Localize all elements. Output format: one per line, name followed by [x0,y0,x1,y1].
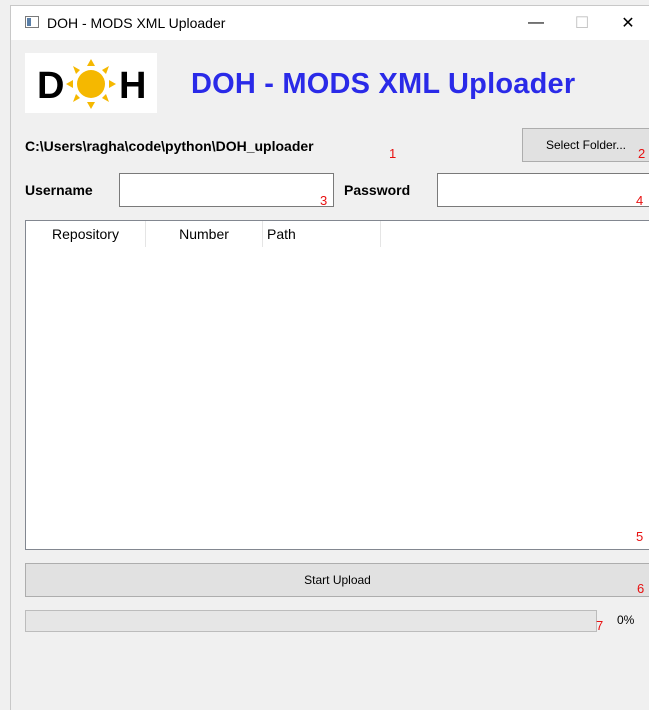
maximize-button[interactable]: ☐ [559,6,605,40]
annotation-2: 2 [638,146,646,161]
username-label: Username [25,182,93,198]
annotation-1: 1 [389,146,397,161]
username-input[interactable] [119,173,334,207]
app-title: DOH - MODS XML Uploader [191,68,576,100]
annotation-7: 7 [596,618,604,633]
close-button[interactable]: ✕ [605,6,649,40]
annotation-4: 4 [636,193,644,208]
annotation-6: 6 [637,581,645,596]
progress-percent: 0% [617,613,635,627]
folder-path: C:\Users\ragha\code\python\DOH_uploader [25,138,314,154]
title-bar[interactable]: DOH - MODS XML Uploader — ☐ ✕ [11,6,649,40]
password-label: Password [344,182,411,198]
logo-letter-d: D [37,65,64,107]
main-window: DOH - MODS XML Uploader — ☐ ✕ D H DOH - … [10,5,649,710]
select-folder-button[interactable]: Select Folder... [522,128,649,162]
column-header-repository[interactable]: Repository [26,221,146,247]
password-input[interactable] [437,173,649,207]
window-title: DOH - MODS XML Uploader [47,15,226,31]
app-icon [25,16,39,28]
upload-progress-bar [25,610,597,632]
logo-letter-h: H [119,65,146,107]
column-header-number[interactable]: Number [146,221,263,247]
column-header-path[interactable]: Path [263,221,381,247]
annotation-3: 3 [320,193,328,208]
minimize-button[interactable]: — [513,6,559,40]
sun-icon [66,59,116,109]
logo-graphic: D H [37,59,146,109]
start-upload-button[interactable]: Start Upload [25,563,649,597]
doh-logo: D H [25,53,157,113]
files-table[interactable]: Repository Number Path [25,220,649,550]
annotation-5: 5 [636,529,644,544]
